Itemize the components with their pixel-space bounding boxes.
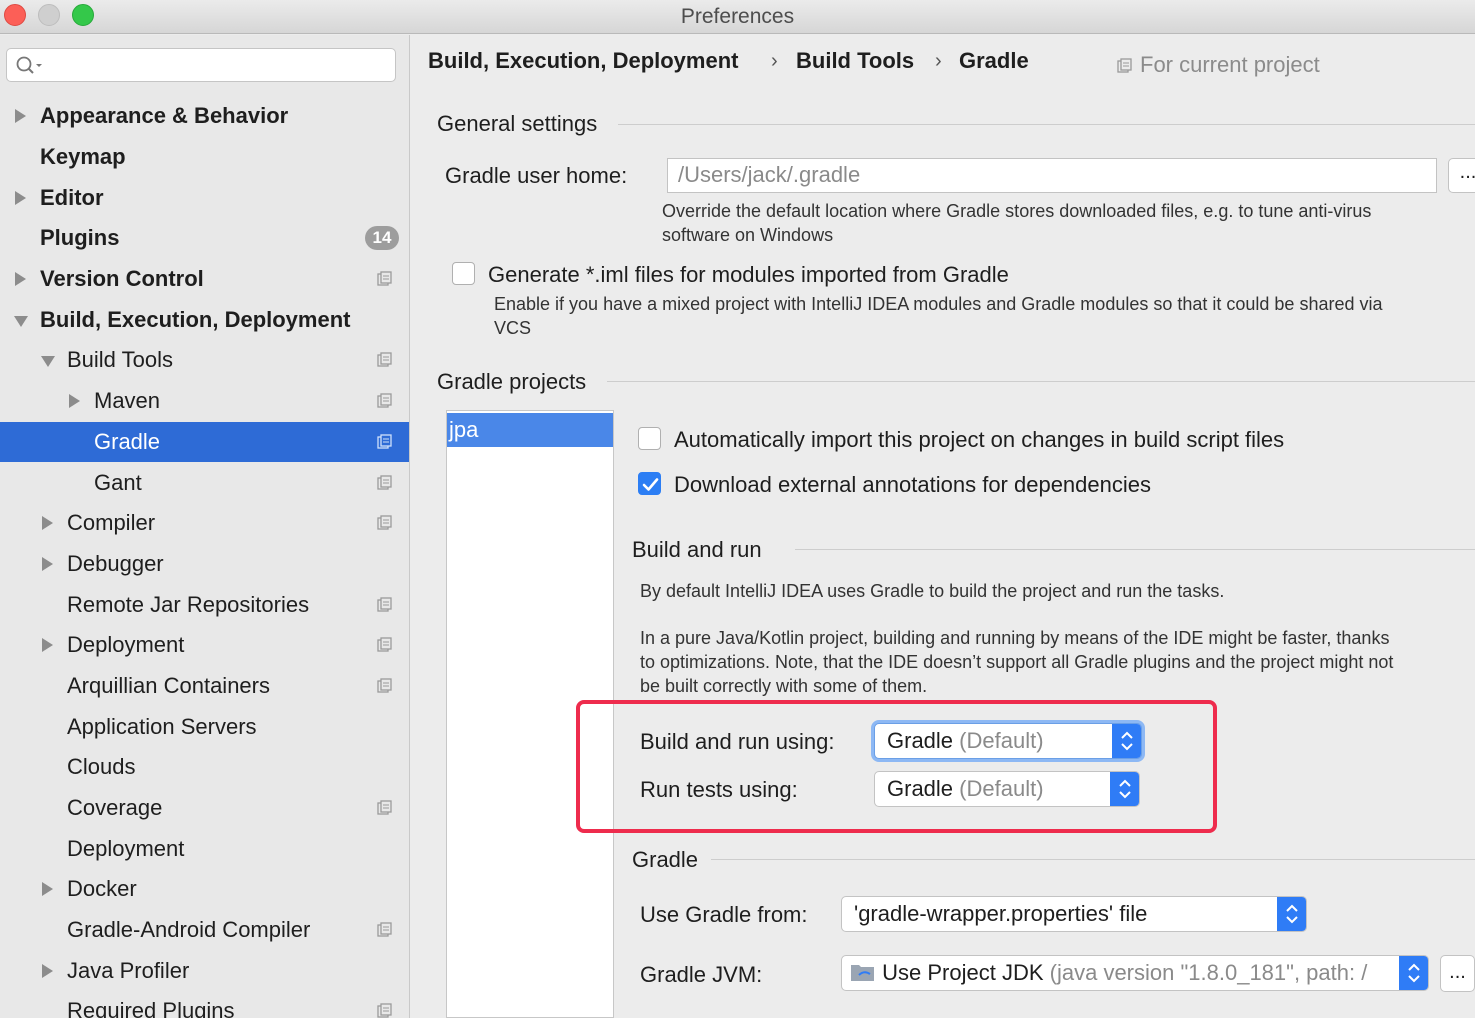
settings-sidebar: Appearance & Behavior Keymap Editor Plug…: [0, 35, 410, 1018]
sidebar-item-deployment-2[interactable]: Deployment: [0, 829, 409, 869]
sidebar-item-coverage[interactable]: Coverage: [0, 788, 409, 828]
collapse-arrow-icon[interactable]: [14, 316, 28, 327]
gradle-home-browse-button[interactable]: ...: [1448, 158, 1475, 193]
title-bar: Preferences: [0, 0, 1475, 34]
project-scope-icon: [377, 678, 392, 693]
sidebar-item-build-execution-deployment[interactable]: Build, Execution, Deployment: [0, 300, 409, 340]
chevron-updown-icon[interactable]: [1277, 897, 1306, 931]
section-title-gradle: Gradle: [632, 847, 699, 872]
sidebar-item-clouds[interactable]: Clouds: [0, 747, 409, 787]
expand-arrow-icon[interactable]: [42, 557, 53, 571]
project-scope-icon: [377, 597, 392, 612]
settings-content: Build, Execution, Deployment › Build Too…: [411, 35, 1475, 1018]
project-scope-icon: [377, 637, 392, 652]
breadcrumb-separator: ›: [935, 50, 942, 72]
highlight-annotation: [576, 700, 1217, 833]
generate-iml-hint: Enable if you have a mixed project with …: [494, 294, 1383, 338]
plugins-count-badge: 14: [365, 226, 399, 250]
expand-arrow-icon[interactable]: [42, 516, 53, 530]
sidebar-item-arquillian-containers[interactable]: Arquillian Containers: [0, 666, 409, 706]
sidebar-item-remote-jar-repositories[interactable]: Remote Jar Repositories: [0, 585, 409, 625]
sidebar-item-debugger[interactable]: Debugger: [0, 544, 409, 584]
gradle-home-label: Gradle user home:: [445, 163, 628, 188]
gradle-jvm-select[interactable]: Use Project JDK (java version "1.8.0_181…: [841, 955, 1429, 991]
sidebar-item-keymap[interactable]: Keymap: [0, 137, 409, 177]
sidebar-item-version-control[interactable]: Version Control: [0, 259, 409, 299]
sidebar-item-compiler[interactable]: Compiler: [0, 503, 409, 543]
sidebar-item-editor[interactable]: Editor: [0, 178, 409, 218]
sidebar-item-gradle[interactable]: Gradle: [0, 422, 409, 462]
sidebar-item-plugins[interactable]: Plugins 14: [0, 218, 409, 258]
project-scope-icon: [377, 800, 392, 815]
sidebar-item-build-tools[interactable]: Build Tools: [0, 340, 409, 380]
project-scope-icon: [377, 352, 392, 367]
section-title-projects: Gradle projects: [437, 369, 587, 394]
build-using-label: Build and run using:: [640, 729, 835, 754]
breadcrumb-item: Gradle: [959, 48, 1029, 73]
expand-arrow-icon[interactable]: [42, 964, 53, 978]
search-icon: [16, 56, 42, 74]
collapse-arrow-icon[interactable]: [41, 356, 55, 367]
download-annotations-label[interactable]: Download external annotations for depend…: [674, 472, 1151, 498]
project-scope-icon: [377, 434, 392, 449]
project-scope-icon: [1117, 58, 1132, 73]
checkmark-icon: [642, 478, 659, 491]
expand-arrow-icon[interactable]: [69, 394, 80, 408]
project-scope-icon: [377, 271, 392, 286]
auto-import-checkbox[interactable]: [638, 427, 661, 450]
folder-icon: [851, 965, 874, 981]
project-scope-icon: [377, 922, 392, 937]
expand-arrow-icon[interactable]: [15, 191, 26, 205]
use-gradle-from-label: Use Gradle from:: [640, 902, 808, 927]
list-item[interactable]: jpa: [447, 413, 613, 447]
section-divider: [607, 381, 1475, 382]
project-scope-icon: [377, 1003, 392, 1018]
expand-arrow-icon[interactable]: [15, 109, 26, 123]
section-divider: [618, 124, 1475, 125]
sidebar-item-docker[interactable]: Docker: [0, 869, 409, 909]
sidebar-item-application-servers[interactable]: Application Servers: [0, 707, 409, 747]
breadcrumb-separator: ›: [771, 50, 778, 72]
sidebar-item-appearance-behavior[interactable]: Appearance & Behavior: [0, 96, 409, 136]
gradle-home-hint: Override the default location where Grad…: [662, 201, 1372, 245]
project-scope-icon: [377, 475, 392, 490]
chevron-updown-icon[interactable]: [1112, 724, 1141, 758]
gradle-home-input[interactable]: /Users/jack/.gradle: [667, 158, 1437, 193]
breadcrumb-item[interactable]: Build, Execution, Deployment: [428, 48, 738, 74]
download-annotations-checkbox[interactable]: [638, 472, 661, 495]
generate-iml-checkbox[interactable]: [452, 262, 475, 285]
window-title: Preferences: [680, 5, 795, 28]
tests-using-label: Run tests using:: [640, 777, 798, 802]
sidebar-item-java-profiler[interactable]: Java Profiler: [0, 951, 409, 991]
expand-arrow-icon[interactable]: [42, 882, 53, 896]
section-divider: [795, 549, 1475, 550]
scope-label: For current project: [1140, 52, 1320, 77]
tests-using-select[interactable]: Gradle (Default): [874, 771, 1140, 807]
project-scope-icon: [377, 393, 392, 408]
search-input[interactable]: [6, 48, 396, 82]
breadcrumb-item[interactable]: Build Tools: [796, 48, 914, 74]
build-run-description: By default IntelliJ IDEA uses Gradle to …: [640, 581, 1225, 601]
gradle-jvm-browse-button[interactable]: ...: [1440, 955, 1475, 992]
chevron-updown-icon[interactable]: [1399, 956, 1428, 990]
sidebar-item-gant[interactable]: Gant: [0, 463, 409, 503]
chevron-updown-icon[interactable]: [1110, 772, 1139, 806]
generate-iml-label[interactable]: Generate *.iml files for modules importe…: [488, 262, 1009, 288]
sidebar-item-gradle-android-compiler[interactable]: Gradle-Android Compiler: [0, 910, 409, 950]
section-title-general: General settings: [437, 111, 598, 136]
auto-import-label[interactable]: Automatically import this project on cha…: [674, 427, 1284, 453]
section-title-build-run: Build and run: [632, 537, 762, 562]
gradle-jvm-label: Gradle JVM:: [640, 962, 763, 987]
use-gradle-from-select[interactable]: 'gradle-wrapper.properties' file: [841, 896, 1307, 932]
section-divider: [711, 859, 1475, 860]
sidebar-item-deployment[interactable]: Deployment: [0, 625, 409, 665]
expand-arrow-icon[interactable]: [15, 272, 26, 286]
expand-arrow-icon[interactable]: [42, 638, 53, 652]
project-scope-icon: [377, 515, 392, 530]
build-using-select[interactable]: Gradle (Default): [874, 723, 1142, 759]
sidebar-item-maven[interactable]: Maven: [0, 381, 409, 421]
sidebar-item-required-plugins[interactable]: Required Plugins: [0, 991, 409, 1018]
build-run-note: In a pure Java/Kotlin project, building …: [640, 628, 1394, 696]
